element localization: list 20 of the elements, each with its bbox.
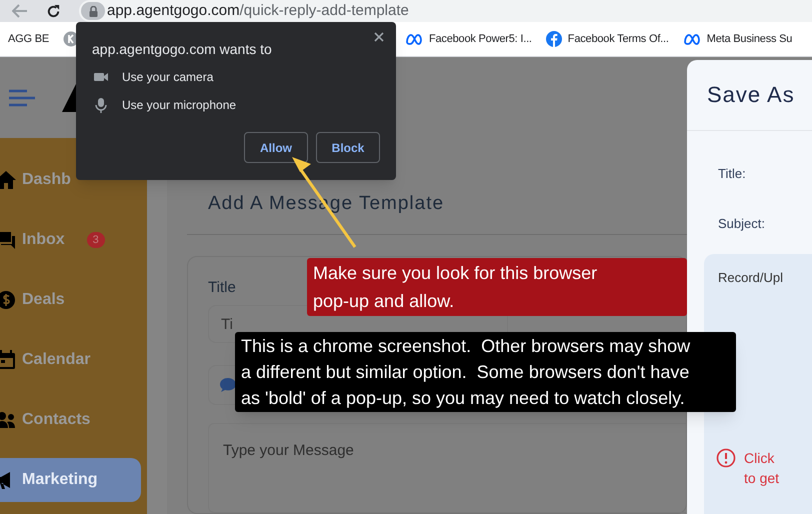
popup-button[interactable]: Block xyxy=(316,132,380,163)
permission-label: Use your camera xyxy=(122,69,214,86)
address-bar[interactable]: app.agentgogo.com/quick-reply-add-template xyxy=(79,0,812,22)
field-label: Title: xyxy=(718,165,747,180)
callout-tooltip: Make sure you look for this browser pop-up and allow. xyxy=(307,258,687,316)
popup-title: app.agentgogo.com wants to xyxy=(92,40,272,59)
field-label: Title xyxy=(208,278,236,298)
field-label: Subject: xyxy=(718,215,766,230)
bookmark[interactable]: Facebook Power5: I... xyxy=(402,26,535,52)
bookmark[interactable]: Facebook Terms Of... xyxy=(542,26,672,52)
error-message: Click to get xyxy=(744,448,780,488)
permission-label: Use your microphone xyxy=(122,97,236,114)
callout-tooltip: This is a chrome screenshot. Other browsers may show a different but similar option. Some browsers don't have as 'bold' of a pop-up, so you may need to watch closely. xyxy=(235,332,736,412)
panel-title: Save As xyxy=(706,81,796,109)
bookmark[interactable]: AGG BE xyxy=(5,26,52,52)
record-label: Record/Upl xyxy=(718,269,784,287)
bookmark[interactable]: Meta Business Su xyxy=(680,26,796,52)
url-text: app.agentgogo.com/quick-reply-add-template xyxy=(107,0,409,21)
message-textarea[interactable]: Type your Message xyxy=(208,423,686,513)
count-badge: 3 xyxy=(86,232,105,248)
